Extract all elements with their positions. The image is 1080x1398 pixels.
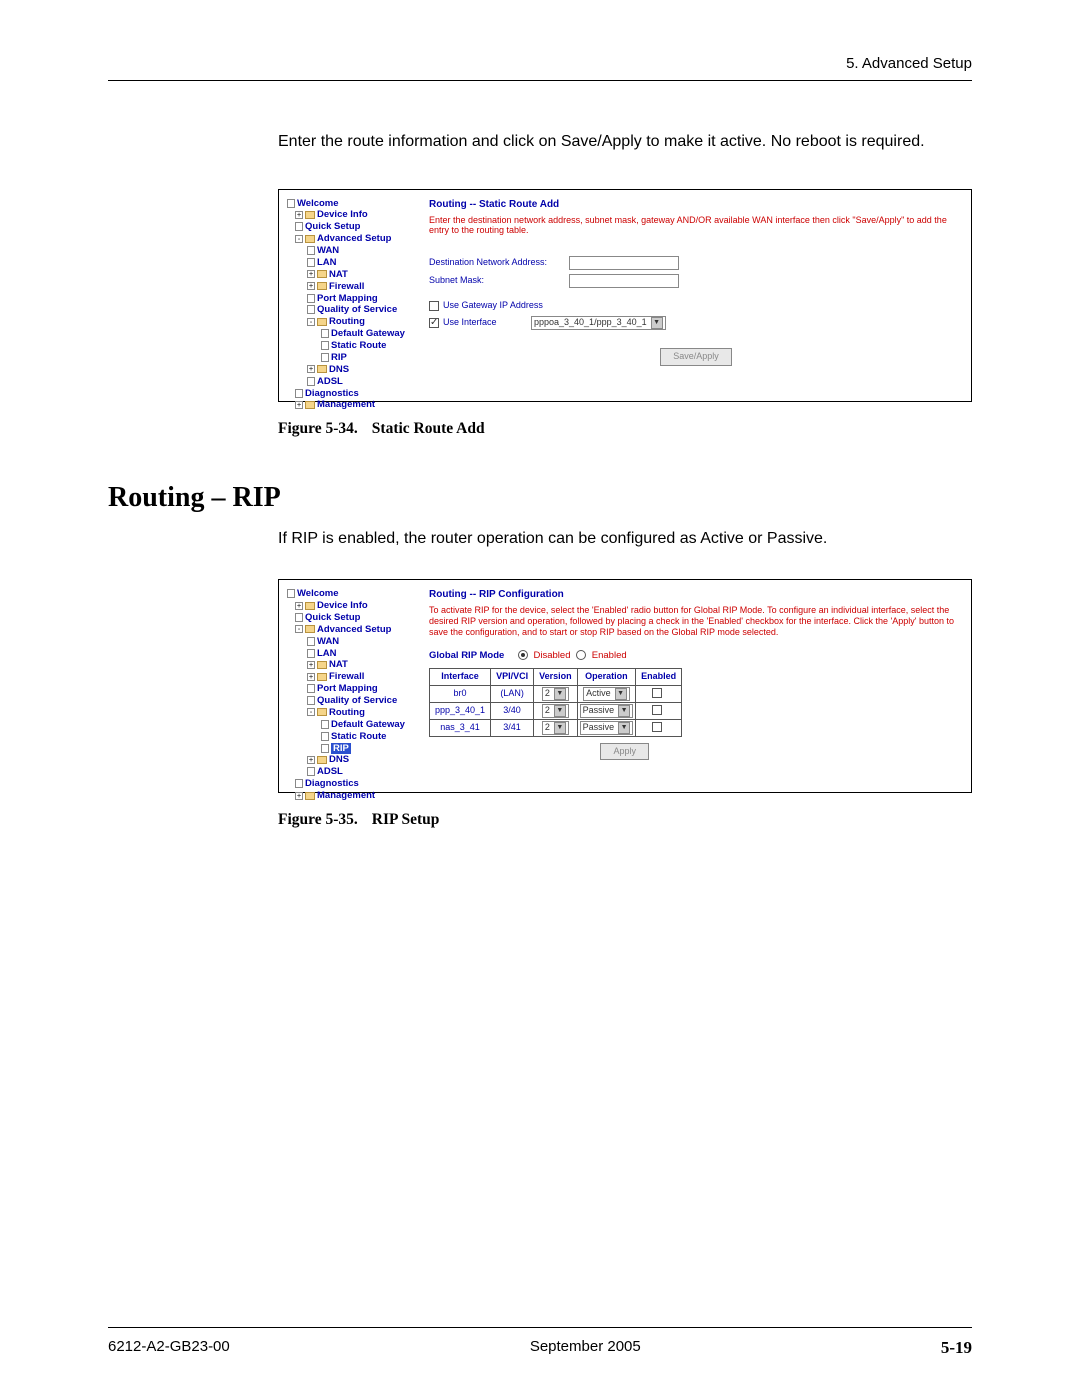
figure-static-route-add: Welcome +Device Info Quick Setup -Advanc… — [278, 189, 972, 402]
footer-date: September 2005 — [530, 1338, 641, 1358]
label-enabled: Enabled — [592, 650, 627, 661]
th-vpi: VPI/VCI — [491, 668, 534, 685]
tree-quick-setup[interactable]: Quick Setup — [287, 221, 422, 233]
tree-welcome[interactable]: Welcome — [287, 198, 422, 210]
tree-dns[interactable]: +DNS — [287, 364, 422, 376]
radio-enabled[interactable] — [576, 650, 586, 660]
pane-title: Routing -- Static Route Add — [429, 198, 963, 211]
chevron-down-icon: ▼ — [618, 722, 630, 734]
select-operation[interactable]: Passive▼ — [580, 704, 634, 718]
label-interface: Use Interface — [443, 317, 531, 329]
tree-welcome[interactable]: Welcome — [287, 588, 422, 600]
pane-rip: Routing -- RIP Configuration To activate… — [429, 588, 963, 760]
figure-rip-setup: Welcome +Device Info Quick Setup -Advanc… — [278, 579, 972, 793]
tree-diagnostics[interactable]: Diagnostics — [287, 778, 422, 790]
th-operation: Operation — [577, 668, 636, 685]
table-row: ppp_3_40_1 3/40 2▼ Passive▼ — [430, 702, 682, 719]
label-rip-mode: Global RIP Mode — [429, 650, 504, 661]
chevron-down-icon: ▼ — [618, 705, 630, 717]
tree-adsl[interactable]: ADSL — [287, 766, 422, 778]
footer-page-number: 5-19 — [941, 1338, 972, 1358]
table-row: nas_3_41 3/41 2▼ Passive▼ — [430, 719, 682, 736]
tree-qos[interactable]: Quality of Service — [287, 304, 422, 316]
tree-wan[interactable]: WAN — [287, 245, 422, 257]
nav-tree: Welcome +Device Info Quick Setup -Advanc… — [287, 198, 422, 412]
save-apply-button[interactable]: Save/Apply — [660, 348, 732, 366]
tree-device-info[interactable]: +Device Info — [287, 209, 422, 221]
chevron-down-icon: ▼ — [554, 688, 566, 700]
label-disabled: Disabled — [534, 650, 571, 661]
tree-routing[interactable]: -Routing — [287, 707, 422, 719]
intro-paragraph-2: If RIP is enabled, the router operation … — [278, 528, 972, 550]
apply-button[interactable]: Apply — [600, 743, 649, 761]
tree-management[interactable]: +Management — [287, 399, 422, 411]
tree-routing[interactable]: -Routing — [287, 316, 422, 328]
tree-device-info[interactable]: +Device Info — [287, 600, 422, 612]
table-row: br0 (LAN) 2▼ Active▼ — [430, 685, 682, 702]
pane-desc: Enter the destination network address, s… — [429, 215, 963, 237]
tree-advanced-setup[interactable]: -Advanced Setup — [287, 233, 422, 245]
tree-rip-highlighted[interactable]: RIP — [287, 743, 422, 755]
tree-qos[interactable]: Quality of Service — [287, 695, 422, 707]
tree-quick-setup[interactable]: Quick Setup — [287, 612, 422, 624]
checkbox-gateway[interactable] — [429, 301, 439, 311]
tree-rip[interactable]: RIP — [287, 352, 422, 364]
label-dest: Destination Network Address: — [429, 257, 569, 269]
checkbox-enabled[interactable] — [652, 705, 662, 715]
tree-port-mapping[interactable]: Port Mapping — [287, 293, 422, 305]
select-operation[interactable]: Active▼ — [583, 687, 630, 701]
page-footer: 6212-A2-GB23-00 September 2005 5-19 — [108, 1327, 972, 1358]
chapter-header: 5. Advanced Setup — [108, 55, 972, 72]
chevron-down-icon: ▼ — [651, 317, 663, 329]
radio-disabled[interactable] — [518, 650, 528, 660]
tree-static-route[interactable]: Static Route — [287, 340, 422, 352]
pane-desc: To activate RIP for the device, select t… — [429, 605, 963, 637]
tree-dns[interactable]: +DNS — [287, 754, 422, 766]
tree-default-gateway[interactable]: Default Gateway — [287, 719, 422, 731]
tree-static-route[interactable]: Static Route — [287, 731, 422, 743]
select-interface[interactable]: pppoa_3_40_1/ppp_3_40_1▼ — [531, 316, 666, 330]
pane-title: Routing -- RIP Configuration — [429, 588, 963, 601]
tree-firewall[interactable]: +Firewall — [287, 671, 422, 683]
th-interface: Interface — [430, 668, 491, 685]
tree-diagnostics[interactable]: Diagnostics — [287, 388, 422, 400]
rip-table: Interface VPI/VCI Version Operation Enab… — [429, 668, 682, 737]
chevron-down-icon: ▼ — [554, 705, 566, 717]
select-version[interactable]: 2▼ — [542, 721, 569, 735]
chevron-down-icon: ▼ — [554, 722, 566, 734]
label-mask: Subnet Mask: — [429, 275, 569, 287]
intro-paragraph-1: Enter the route information and click on… — [278, 131, 972, 153]
tree-default-gateway[interactable]: Default Gateway — [287, 328, 422, 340]
tree-firewall[interactable]: +Firewall — [287, 281, 422, 293]
tree-wan[interactable]: WAN — [287, 636, 422, 648]
footer-doc-id: 6212-A2-GB23-00 — [108, 1338, 230, 1358]
tree-port-mapping[interactable]: Port Mapping — [287, 683, 422, 695]
select-operation[interactable]: Passive▼ — [580, 721, 634, 735]
nav-tree-2: Welcome +Device Info Quick Setup -Advanc… — [287, 588, 422, 802]
input-dest[interactable] — [569, 256, 679, 270]
figure-caption-1: Figure 5-34.Static Route Add — [278, 420, 972, 438]
pane-static-route: Routing -- Static Route Add Enter the de… — [429, 198, 963, 366]
tree-lan[interactable]: LAN — [287, 257, 422, 269]
checkbox-enabled[interactable] — [652, 688, 662, 698]
tree-adsl[interactable]: ADSL — [287, 376, 422, 388]
chevron-down-icon: ▼ — [615, 688, 627, 700]
input-mask[interactable] — [569, 274, 679, 288]
checkbox-enabled[interactable] — [652, 722, 662, 732]
tree-lan[interactable]: LAN — [287, 648, 422, 660]
tree-nat[interactable]: +NAT — [287, 269, 422, 281]
select-version[interactable]: 2▼ — [542, 704, 569, 718]
label-gateway: Use Gateway IP Address — [443, 300, 573, 312]
tree-advanced-setup[interactable]: -Advanced Setup — [287, 624, 422, 636]
th-version: Version — [534, 668, 578, 685]
th-enabled: Enabled — [636, 668, 682, 685]
tree-nat[interactable]: +NAT — [287, 659, 422, 671]
tree-management[interactable]: +Management — [287, 790, 422, 802]
section-heading-rip: Routing – RIP — [108, 482, 972, 514]
select-version[interactable]: 2▼ — [542, 687, 569, 701]
figure-caption-2: Figure 5-35.RIP Setup — [278, 811, 972, 829]
checkbox-interface[interactable] — [429, 318, 439, 328]
header-rule — [108, 80, 972, 81]
